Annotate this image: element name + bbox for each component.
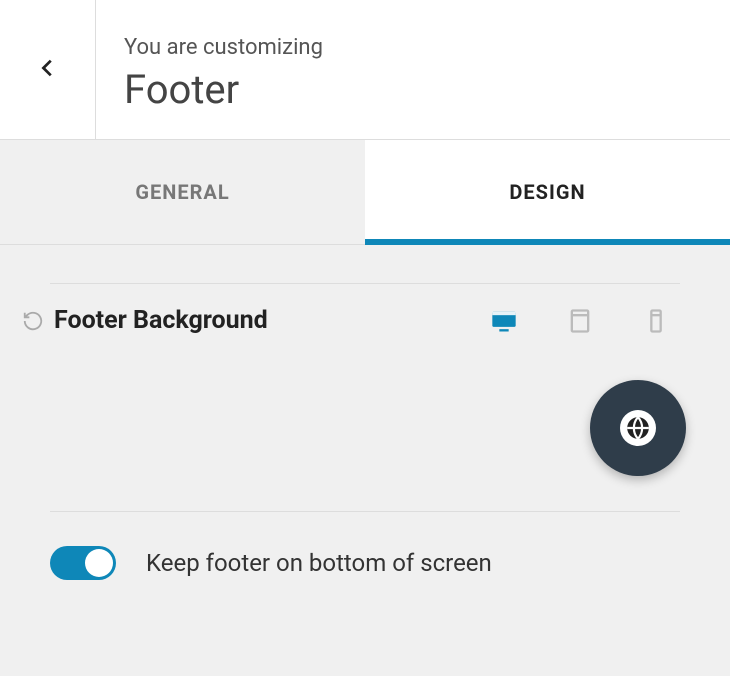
tab-label: GENERAL	[135, 180, 229, 204]
keep-footer-bottom-row: Keep footer on bottom of screen	[22, 512, 708, 610]
footer-background-label: Footer Background	[54, 306, 490, 335]
tab-design[interactable]: DESIGN	[365, 140, 730, 244]
keep-footer-bottom-toggle[interactable]	[50, 546, 116, 580]
keep-footer-bottom-label: Keep footer on bottom of screen	[146, 549, 492, 577]
mobile-icon[interactable]	[642, 307, 670, 335]
header-subtitle: You are customizing	[124, 35, 323, 60]
tab-bar: GENERAL DESIGN	[0, 140, 730, 245]
customizer-header: You are customizing Footer	[0, 0, 730, 140]
globe-icon	[620, 410, 656, 446]
tab-general[interactable]: GENERAL	[0, 140, 365, 244]
tab-label: DESIGN	[509, 180, 585, 204]
device-toggles	[490, 307, 680, 335]
reset-icon[interactable]	[22, 310, 44, 332]
footer-background-row: Footer Background	[22, 284, 708, 361]
header-title: Footer	[124, 66, 323, 113]
background-image-button[interactable]	[590, 380, 686, 476]
header-titles: You are customizing Footer	[96, 0, 351, 139]
tablet-icon[interactable]	[566, 307, 594, 335]
back-button[interactable]	[0, 0, 96, 139]
toggle-knob	[85, 549, 113, 577]
chevron-left-icon	[37, 57, 59, 83]
desktop-icon[interactable]	[490, 307, 518, 335]
